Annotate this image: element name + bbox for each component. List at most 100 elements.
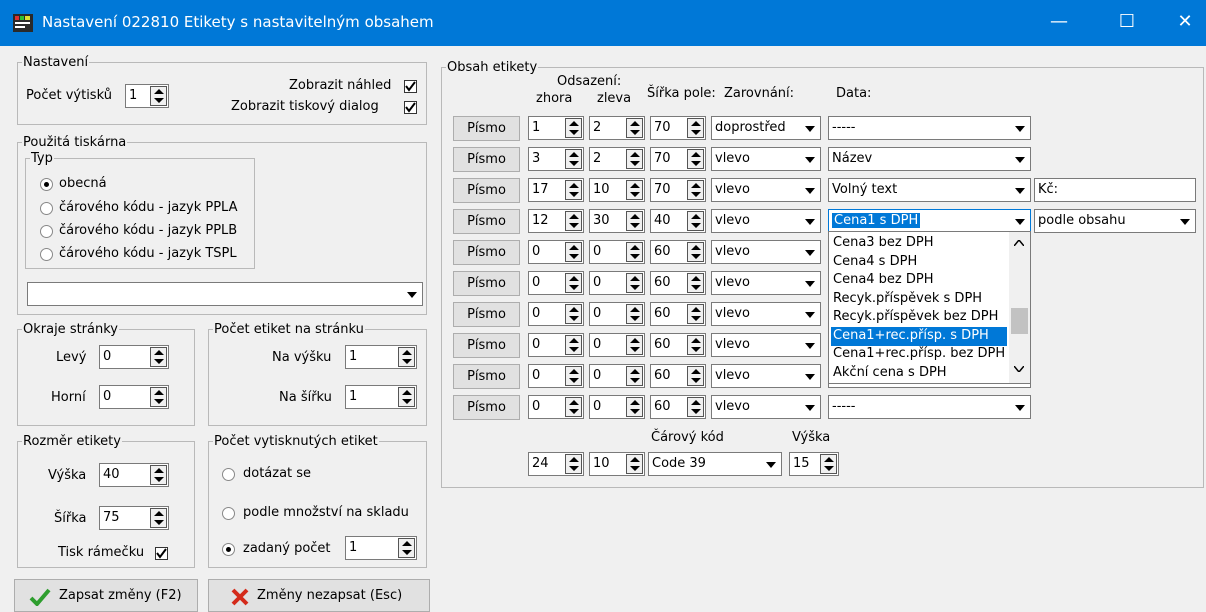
pismo-button[interactable]: Písmo: [453, 395, 520, 420]
data-extra-select[interactable]: podle obsahu: [1034, 209, 1196, 233]
data-dropdown-list[interactable]: Cena3 bez DPH Cena4 s DPH Cena4 bez DPH Rec…: [828, 231, 1031, 384]
vytisknutych-radio-dotazat[interactable]: [222, 468, 235, 481]
vytisknutych-radio-sklad[interactable]: [222, 507, 235, 520]
zleva-spinner[interactable]: 2: [589, 116, 645, 140]
spin-arrows-icon[interactable]: [626, 149, 643, 169]
typ-radio-ppla[interactable]: [40, 202, 53, 215]
vyska-spinner[interactable]: 40: [99, 463, 169, 487]
spin-arrows-icon[interactable]: [150, 508, 167, 528]
zhora-spinner[interactable]: 17: [528, 178, 584, 202]
spin-arrows-icon[interactable]: [626, 211, 643, 231]
spin-arrows-icon[interactable]: [687, 397, 704, 417]
spin-arrows-icon[interactable]: [687, 180, 704, 200]
zleva-spinner[interactable]: 0: [589, 240, 645, 264]
spin-arrows-icon[interactable]: [626, 180, 643, 200]
sirka-pole-spinner[interactable]: 60: [650, 240, 706, 264]
zleva-spinner[interactable]: 30: [589, 209, 645, 233]
spin-arrows-icon[interactable]: [565, 118, 582, 138]
sirka-pole-spinner[interactable]: 60: [650, 271, 706, 295]
typ-radio-tspl[interactable]: [40, 248, 53, 261]
sirka-pole-spinner[interactable]: 70: [650, 147, 706, 171]
data-select[interactable]: Cena1 s DPH: [828, 209, 1031, 233]
zadany-pocet-spinner[interactable]: 1: [345, 536, 417, 560]
spin-arrows-icon[interactable]: [820, 454, 837, 474]
chevron-down-icon[interactable]: [1011, 149, 1029, 169]
dropdown-option[interactable]: Cena1+rec.přísp. s DPH: [831, 326, 1007, 346]
save-button[interactable]: Zapsat změny (F2): [14, 579, 198, 612]
spin-arrows-icon[interactable]: [626, 335, 643, 355]
spin-arrows-icon[interactable]: [626, 366, 643, 386]
zobrazit-nahled-checkbox[interactable]: [404, 80, 417, 93]
zleva-spinner[interactable]: 0: [589, 395, 645, 419]
cancel-button[interactable]: Změny nezapsat (Esc): [208, 579, 430, 612]
zobrazit-dialog-checkbox[interactable]: [404, 101, 417, 114]
zhora-spinner[interactable]: 0: [528, 364, 584, 388]
scroll-down-icon[interactable]: [1014, 366, 1024, 372]
spin-arrows-icon[interactable]: [626, 273, 643, 293]
data-select[interactable]: Volný text: [828, 178, 1031, 202]
sirka-pole-spinner[interactable]: 40: [650, 209, 706, 233]
spin-arrows-icon[interactable]: [565, 366, 582, 386]
spin-arrows-icon[interactable]: [687, 273, 704, 293]
pismo-button[interactable]: Písmo: [453, 240, 520, 265]
spin-arrows-icon[interactable]: [687, 335, 704, 355]
zleva-spinner[interactable]: 2: [589, 147, 645, 171]
spin-arrows-icon[interactable]: [565, 242, 582, 262]
chevron-down-icon[interactable]: [801, 304, 819, 324]
spin-arrows-icon[interactable]: [565, 304, 582, 324]
zhora-spinner[interactable]: 0: [528, 395, 584, 419]
spin-arrows-icon[interactable]: [565, 273, 582, 293]
dropdown-option[interactable]: Recyk.příspěvek s DPH: [831, 290, 1007, 309]
zleva-spinner[interactable]: 0: [589, 271, 645, 295]
dropdown-option[interactable]: Recyk.příspěvek bez DPH: [831, 308, 1007, 327]
barcode-zhora-spinner[interactable]: 24: [528, 452, 584, 476]
spin-arrows-icon[interactable]: [565, 397, 582, 417]
zhora-spinner[interactable]: 0: [528, 240, 584, 264]
spin-arrows-icon[interactable]: [687, 211, 704, 231]
spin-arrows-icon[interactable]: [565, 149, 582, 169]
data-select[interactable]: -----: [828, 116, 1031, 140]
spin-arrows-icon[interactable]: [687, 366, 704, 386]
zarovnani-select[interactable]: doprostřed: [711, 116, 821, 140]
spin-arrows-icon[interactable]: [565, 180, 582, 200]
sirka-pole-spinner[interactable]: 60: [650, 395, 706, 419]
chevron-down-icon[interactable]: [801, 242, 819, 262]
zarovnani-select[interactable]: vlevo: [711, 240, 821, 264]
data-extra-text[interactable]: Kč:: [1034, 178, 1196, 202]
zarovnani-select[interactable]: vlevo: [711, 364, 821, 388]
zhora-spinner[interactable]: 1: [528, 116, 584, 140]
spin-arrows-icon[interactable]: [398, 387, 415, 407]
na-sirku-spinner[interactable]: 1: [345, 385, 417, 409]
sirka-pole-spinner[interactable]: 60: [650, 333, 706, 357]
pismo-button[interactable]: Písmo: [453, 209, 520, 234]
spin-arrows-icon[interactable]: [687, 118, 704, 138]
barcode-zleva-spinner[interactable]: 10: [589, 452, 645, 476]
pismo-button[interactable]: Písmo: [453, 116, 520, 141]
minimize-button[interactable]: —: [1036, 0, 1082, 46]
zarovnani-select[interactable]: vlevo: [711, 147, 821, 171]
zleva-spinner[interactable]: 0: [589, 302, 645, 326]
chevron-down-icon[interactable]: [801, 118, 819, 138]
spin-arrows-icon[interactable]: [626, 304, 643, 324]
printer-select[interactable]: [27, 282, 423, 306]
pismo-button[interactable]: Písmo: [453, 147, 520, 172]
pismo-button[interactable]: Písmo: [453, 364, 520, 389]
barcode-vyska-spinner[interactable]: 15: [789, 452, 839, 476]
chevron-down-icon[interactable]: [1011, 211, 1029, 231]
spin-arrows-icon[interactable]: [398, 347, 415, 367]
chevron-down-icon[interactable]: [1011, 180, 1029, 200]
spin-arrows-icon[interactable]: [150, 465, 167, 485]
spin-arrows-icon[interactable]: [150, 387, 167, 407]
spin-arrows-icon[interactable]: [687, 304, 704, 324]
spin-arrows-icon[interactable]: [565, 454, 582, 474]
pismo-button[interactable]: Písmo: [453, 333, 520, 358]
chevron-down-icon[interactable]: [801, 180, 819, 200]
zhora-spinner[interactable]: 0: [528, 271, 584, 295]
chevron-down-icon[interactable]: [801, 149, 819, 169]
zleva-spinner[interactable]: 0: [589, 333, 645, 357]
spin-arrows-icon[interactable]: [565, 335, 582, 355]
dropdown-option[interactable]: Cena3 bez DPH: [831, 234, 1007, 253]
pocet-vytisku-spinner[interactable]: 1: [125, 84, 169, 108]
vytisknutych-radio-zadany[interactable]: [222, 543, 235, 556]
chevron-down-icon[interactable]: [403, 284, 421, 304]
